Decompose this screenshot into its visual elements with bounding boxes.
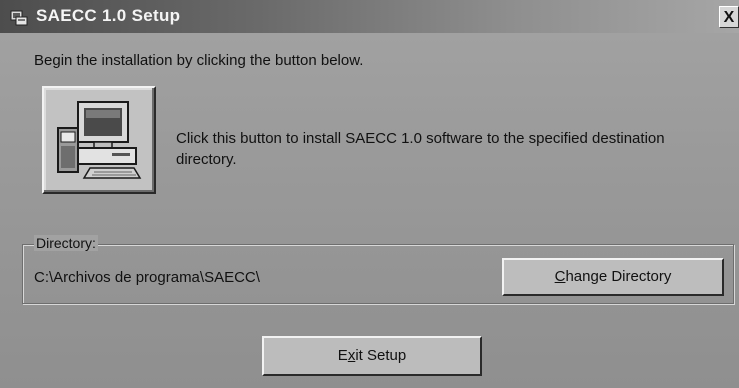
install-description: Click this button to install SAECC 1.0 s…: [176, 130, 665, 168]
exit-label-pre: E: [337, 347, 348, 364]
intro-text: Begin the installation by clicking the b…: [34, 52, 364, 69]
change-directory-button[interactable]: Change Directory: [502, 258, 724, 296]
setup-dialog: SAECC 1.0 Setup X Begin the installation…: [0, 0, 739, 388]
close-icon: X: [723, 9, 735, 26]
directory-group-label: Directory:: [34, 235, 98, 251]
exit-label-post: it Setup: [355, 347, 407, 364]
exit-setup-button[interactable]: Exit Setup: [262, 336, 482, 376]
change-directory-mnemonic: C: [554, 268, 566, 285]
title-bar[interactable]: SAECC 1.0 Setup X: [0, 0, 739, 33]
change-directory-label: hange Directory: [565, 268, 672, 285]
window-title: SAECC 1.0 Setup: [36, 6, 181, 25]
computer-install-icon: [57, 101, 142, 179]
directory-path: C:\Archivos de programa\SAECC\: [34, 269, 260, 286]
close-button[interactable]: X: [719, 6, 739, 28]
install-button[interactable]: [42, 86, 156, 194]
setup-icon: [10, 10, 28, 26]
